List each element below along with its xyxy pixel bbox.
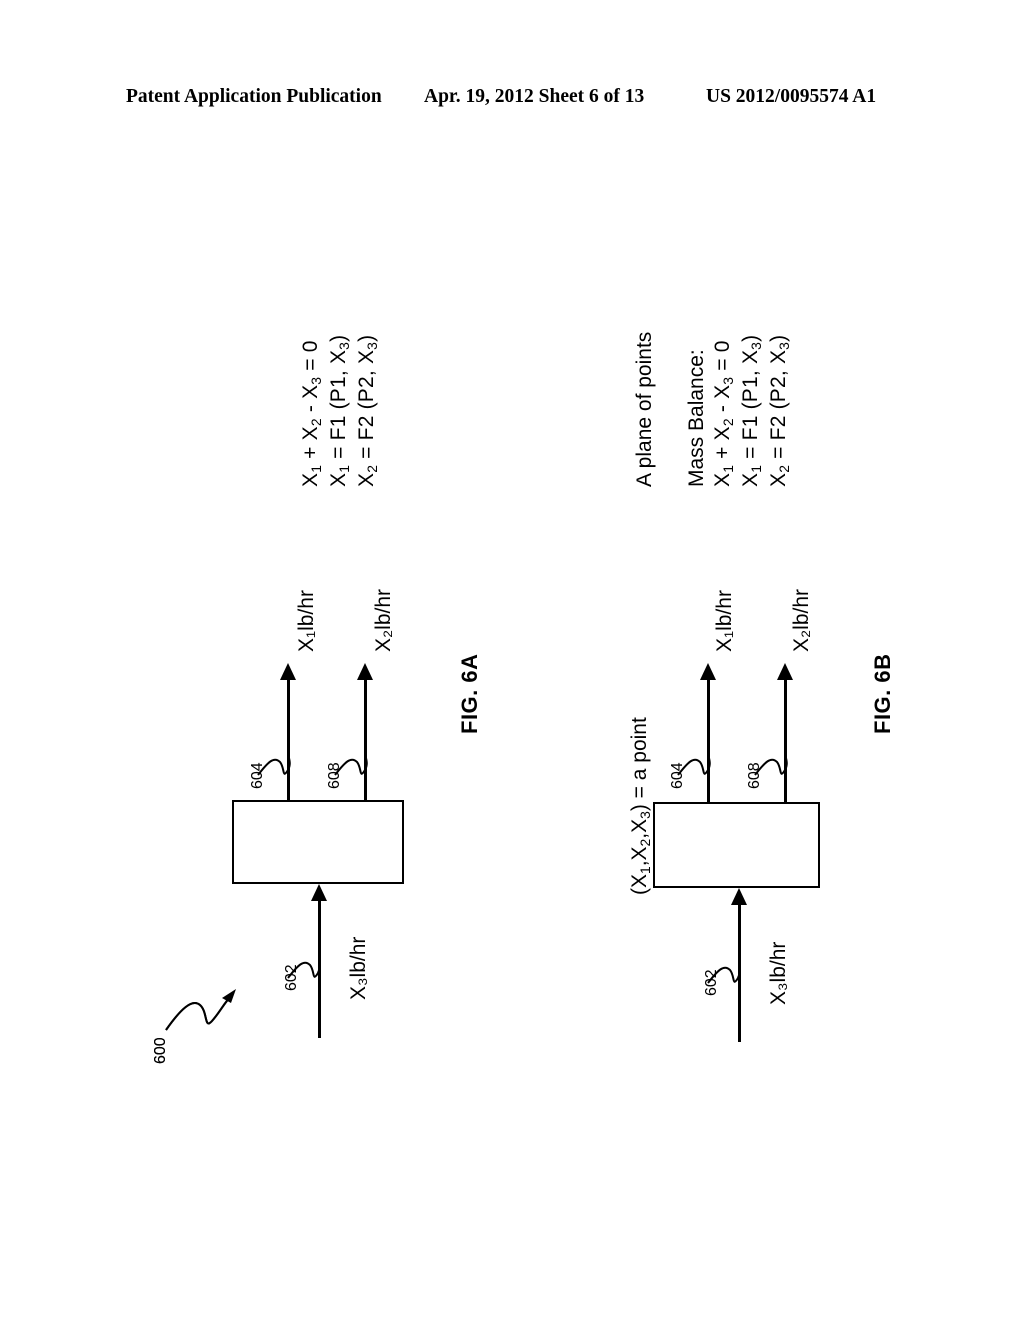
fig6b-ref-604: 604 — [669, 762, 686, 789]
fig6b-stream-604-line — [707, 678, 710, 804]
fig6b-stream-608-arrowhead — [777, 663, 793, 680]
fig6a-stream-608-line — [364, 678, 367, 802]
fig6a-stream-602-label: X₃lb/hr — [347, 936, 370, 1000]
fig6a-ref-602: 602 — [283, 964, 300, 991]
fig6a-process-box — [232, 800, 404, 884]
fig6a-equation-3: X2 = F2 (P2, X3) — [355, 334, 380, 487]
fig6b-stream-604-arrowhead — [700, 663, 716, 680]
fig6b-stream-608-line — [784, 678, 787, 804]
fig6b-stream-602-arrowhead — [731, 888, 747, 905]
publication-number: US 2012/0095574 A1 — [706, 86, 877, 107]
fig6a-stream-604-label: X₁lb/hr — [295, 590, 318, 652]
fig6b-stream-602-label: X₃lb/hr — [767, 941, 790, 1005]
fig6b-equation-3: X2 = F2 (P2, X3) — [767, 334, 792, 487]
fig6b-label: FIG. 6B — [870, 653, 895, 734]
fig6a-ref-604: 604 — [249, 762, 266, 789]
fig6b-equation-1: X1 + X2 - X3 = 0 — [711, 340, 736, 487]
fig6b-equation-2: X1 = F1 (P1, X3) — [739, 334, 764, 487]
fig6b-ref-602: 602 — [703, 969, 720, 996]
fig6a-stream-608-arrowhead — [357, 663, 373, 680]
fig6a-equation-1: X1 + X2 - X3 = 0 — [299, 340, 324, 487]
fig6b-stream-602-line — [738, 905, 741, 1042]
fig6a-stream-602-arrowhead — [311, 884, 327, 901]
fig6a-stream-604-line — [287, 678, 290, 802]
fig6a-stream-604-arrowhead — [280, 663, 296, 680]
fig6b-ref-608: 608 — [746, 762, 763, 789]
fig6b-stream-604-label: X₁lb/hr — [713, 590, 736, 652]
fig6b-stream-608-label: X₂lb/hr — [790, 588, 813, 652]
fig6a-stream-608-label: X₂lb/hr — [372, 588, 395, 652]
publication-title: Patent Application Publication — [126, 86, 382, 107]
fig6a-leader-600 — [165, 994, 233, 1031]
fig6a-leader-600-arrowhead — [222, 989, 236, 1003]
fig6a-ref-608: 608 — [326, 762, 343, 789]
fig6b-process-box — [653, 802, 820, 888]
page-header: Patent Application Publication Apr. 19, … — [0, 86, 1024, 116]
fig6b-ref-600: 600 — [152, 1037, 169, 1064]
fig6b-annotation-point: (X1,X2,X3) = a point — [628, 717, 653, 895]
publication-date-sheet: Apr. 19, 2012 Sheet 6 of 13 — [424, 86, 645, 107]
fig6a-equation-2: X1 = F1 (P1, X3) — [327, 334, 352, 487]
fig6b-annotation-massbalance: Mass Balance: — [685, 349, 708, 487]
fig6a-label: FIG. 6A — [457, 653, 482, 734]
fig6b-leader-600 — [165, 994, 233, 1031]
fig6a-stream-602-line — [318, 901, 321, 1038]
fig6b-annotation-plane: A plane of points — [633, 331, 656, 487]
